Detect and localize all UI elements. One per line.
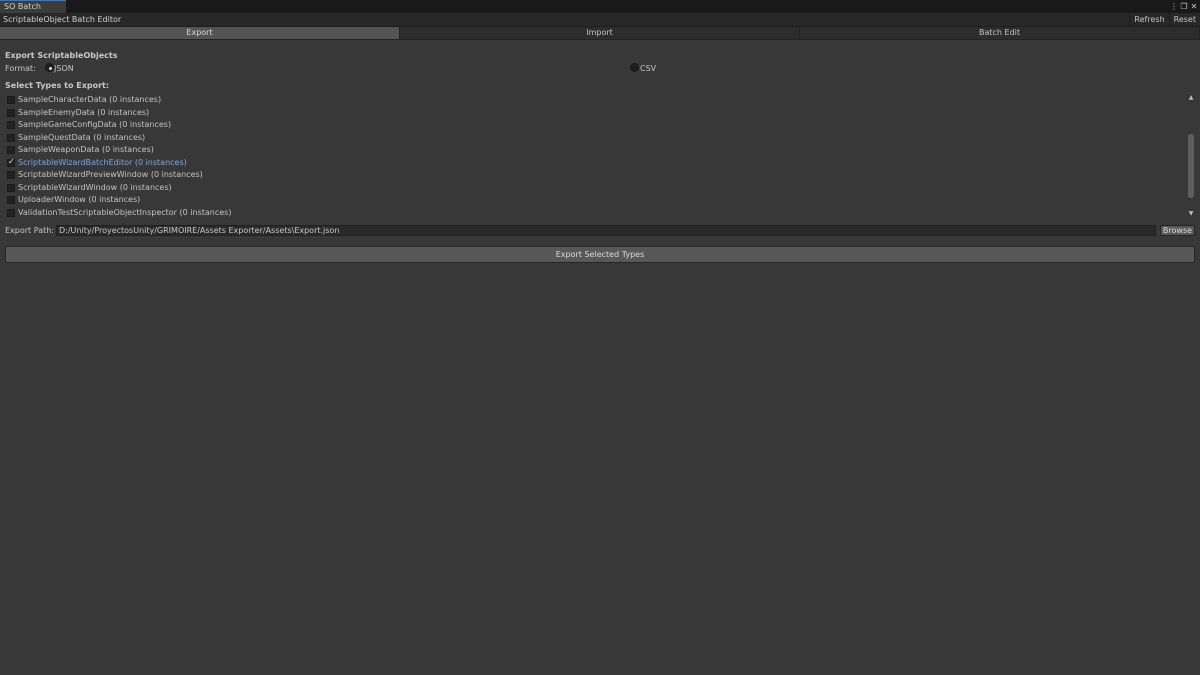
type-checkbox[interactable] [7,196,15,204]
type-checkbox[interactable] [7,121,15,129]
list-item[interactable]: SampleGameConfigData (0 instances) [5,119,405,131]
window-controls: ⋮ ❐ ✕ [1170,0,1198,13]
list-scrollbar[interactable]: ▲ ▼ [1187,94,1195,218]
section-title: Export ScriptableObjects [5,51,118,60]
type-checkbox[interactable] [7,96,15,104]
type-label: ScriptableWizardPreviewWindow (0 instanc… [18,170,203,179]
tab-import[interactable]: Import [400,27,800,40]
type-label: ValidationTestScriptableObjectInspector … [18,207,232,217]
browse-button[interactable]: Browse [1160,225,1195,236]
list-item[interactable]: SampleEnemyData (0 instances) [5,107,405,119]
toolbar: ScriptableObject Batch Editor Refresh Re… [0,13,1200,27]
reset-button[interactable]: Reset [1168,13,1200,26]
json-radio-label[interactable]: JSON [54,64,74,73]
types-title: Select Types to Export: [5,81,110,90]
type-label: UploaderWindow (0 instances) [18,195,141,204]
list-item[interactable]: ScriptableWizardBatchEditor (0 instances… [5,157,405,169]
type-checkbox[interactable] [7,133,15,142]
csv-radio-label[interactable]: CSV [640,64,656,73]
type-list: SampleCharacterData (0 instances) Sample… [5,94,1185,218]
format-label: Format: [5,64,36,73]
type-checkbox[interactable] [7,157,15,167]
type-checkbox[interactable] [7,183,15,192]
list-item[interactable]: ScriptableWizardPreviewWindow (0 instanc… [5,169,405,181]
type-label: ScriptableWizardWindow (0 instances) [18,182,172,192]
window-tab-bar: SO Batch Editor ⋮ ❐ ✕ [0,0,1200,23]
json-radio[interactable] [45,63,54,72]
close-icon[interactable]: ✕ [1190,0,1198,13]
type-checkbox[interactable] [7,146,15,154]
export-selected-button[interactable]: Export Selected Types [5,246,1195,263]
list-item[interactable]: ValidationTestScriptableObjectInspector … [5,207,405,219]
type-label: SampleWeaponData (0 instances) [18,145,154,154]
type-label: SampleCharacterData (0 instances) [18,95,162,104]
toolbar-title: ScriptableObject Batch Editor [3,15,122,24]
csv-radio[interactable] [630,63,639,72]
scroll-thumb[interactable] [1188,134,1194,198]
tab-batch-edit[interactable]: Batch Edit [800,27,1200,40]
list-item[interactable]: SampleWeaponData (0 instances) [5,144,405,156]
type-label: SampleQuestData (0 instances) [18,132,146,142]
mode-tabs: Export Import Batch Edit [0,27,1200,40]
more-options-icon[interactable]: ⋮ [1170,0,1178,13]
type-label: SampleGameConfigData (0 instances) [18,120,172,129]
export-path-field[interactable]: D:/Unity/ProyectosUnity/GRIMOIRE/Assets … [56,225,1156,236]
list-item[interactable]: ScriptableWizardWindow (0 instances) [5,182,405,194]
tab-export[interactable]: Export [0,27,400,40]
export-path-label: Export Path: [5,226,54,235]
refresh-button[interactable]: Refresh [1129,13,1168,26]
maximize-icon[interactable]: ❐ [1180,0,1188,13]
scroll-up-icon[interactable]: ▲ [1187,94,1195,102]
scroll-down-icon[interactable]: ▼ [1187,210,1195,218]
type-label: ScriptableWizardBatchEditor (0 instances… [18,157,187,167]
type-checkbox[interactable] [7,171,15,179]
window-tab[interactable]: SO Batch Editor [0,0,66,23]
type-label: SampleEnemyData (0 instances) [18,107,150,117]
type-checkbox[interactable] [7,208,15,217]
list-item[interactable]: SampleCharacterData (0 instances) [5,94,405,106]
list-item[interactable]: SampleQuestData (0 instances) [5,132,405,144]
list-item[interactable]: UploaderWindow (0 instances) [5,194,405,206]
type-checkbox[interactable] [7,108,15,117]
